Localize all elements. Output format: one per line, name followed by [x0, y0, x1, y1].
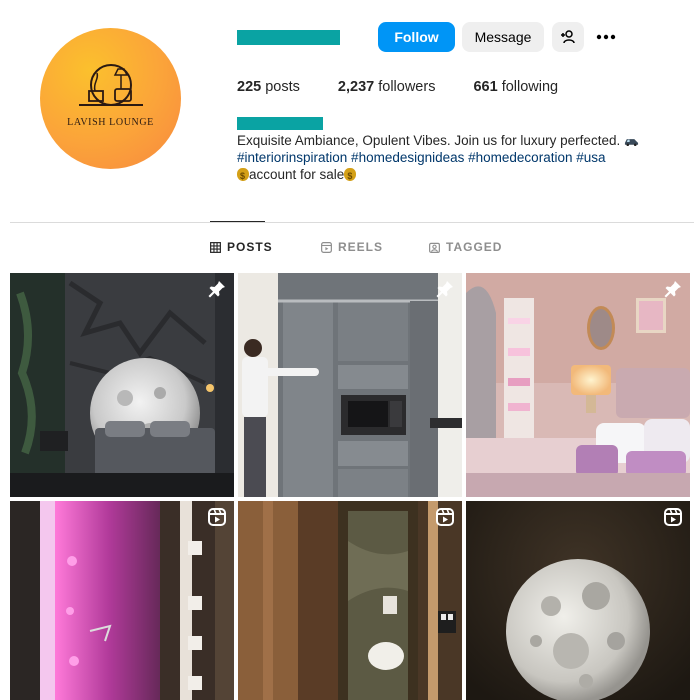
- bio-hashtags[interactable]: #interiorinspiration #homedesignideas #h…: [237, 149, 657, 166]
- username-redacted: [237, 30, 340, 45]
- profile-tabs: POSTS REELS TAGGED: [0, 240, 700, 256]
- post-image-kitchen-cabinet: [238, 273, 462, 497]
- post-image-moon-bedroom: [10, 273, 234, 497]
- posts-stat: 225 posts: [237, 79, 300, 95]
- follow-button[interactable]: Follow: [378, 22, 455, 52]
- post-image-pink-bedroom: [466, 273, 690, 497]
- bio-line-1: Exquisite Ambiance, Opulent Vibes. Join …: [237, 132, 657, 149]
- post-tile[interactable]: [466, 273, 690, 497]
- more-options-button[interactable]: [590, 22, 622, 52]
- post-image-moon-lamp: [466, 501, 690, 700]
- followers-label: followers: [378, 79, 436, 95]
- reel-icon: [664, 508, 682, 526]
- person-add-icon: [561, 30, 575, 44]
- suggest-user-button[interactable]: [552, 22, 584, 52]
- post-tile[interactable]: [10, 501, 234, 700]
- reel-icon: [208, 508, 226, 526]
- bio-line-3: account for sale: [237, 166, 657, 185]
- avatar-brand-text: LAVISH LOUNGE: [67, 117, 154, 128]
- tabs-divider: [10, 222, 694, 223]
- pin-icon: [664, 281, 681, 298]
- display-name-redacted: [237, 117, 323, 130]
- tagged-icon: [429, 242, 440, 253]
- car-emoji-icon: [624, 139, 639, 147]
- following-label: following: [501, 79, 559, 95]
- post-tile[interactable]: [238, 501, 462, 700]
- tab-reels[interactable]: REELS: [321, 240, 383, 254]
- tab-posts-label: POSTS: [227, 240, 273, 254]
- profile-stats: 225 posts 2,237 followers 661 following: [237, 79, 596, 95]
- followers-count: 2,237: [337, 79, 375, 95]
- following-count: 661: [473, 79, 498, 95]
- following-stat[interactable]: 661 following: [473, 79, 558, 95]
- post-tile[interactable]: [466, 501, 690, 700]
- pin-icon: [208, 281, 225, 298]
- more-dots-icon: [596, 34, 616, 40]
- bio-sale-text: account for sale: [249, 167, 345, 182]
- posts-label: posts: [265, 79, 300, 95]
- tab-tagged-label: TAGGED: [446, 240, 503, 254]
- tab-tagged[interactable]: TAGGED: [429, 240, 502, 254]
- grid-icon: [210, 241, 221, 253]
- profile-bio: Exquisite Ambiance, Opulent Vibes. Join …: [237, 132, 657, 185]
- post-tile[interactable]: [238, 273, 462, 497]
- tab-posts[interactable]: POSTS: [210, 240, 273, 254]
- followers-stat[interactable]: 2,237 followers: [338, 79, 436, 95]
- profile-avatar[interactable]: LAVISH LOUNGE: [40, 28, 181, 169]
- money-bag-icon: [344, 168, 357, 185]
- posts-count: 225: [237, 79, 262, 95]
- active-tab-indicator: [210, 221, 265, 222]
- post-tile[interactable]: [10, 273, 234, 497]
- lounge-logo-icon: [78, 64, 143, 106]
- tab-reels-label: REELS: [338, 240, 384, 254]
- reel-icon: [436, 508, 454, 526]
- post-image-led-panel: [10, 501, 234, 700]
- bio-text: Exquisite Ambiance, Opulent Vibes. Join …: [237, 133, 621, 148]
- pin-icon: [436, 281, 453, 298]
- message-button[interactable]: Message: [462, 22, 544, 52]
- money-bag-icon: [237, 168, 249, 185]
- reels-icon: [321, 241, 332, 253]
- post-image-hidden-door: [238, 501, 462, 700]
